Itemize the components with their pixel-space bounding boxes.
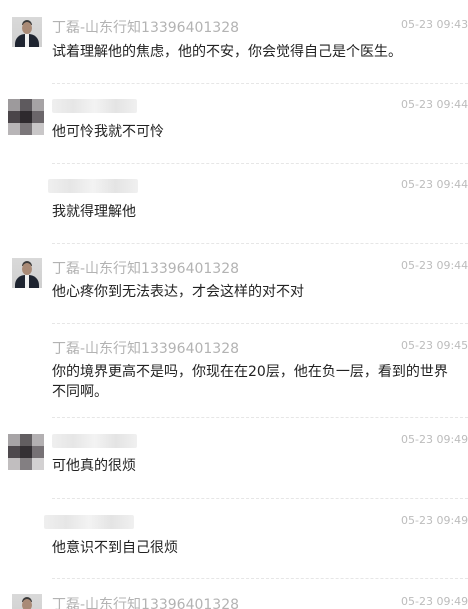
message-divider <box>52 323 468 324</box>
message-text: 他心疼你到无法表达，才会这样的对不对 <box>52 284 304 300</box>
sender-name: 丁磊-山东行知13396401328 <box>52 597 240 609</box>
timestamp: 05-23 09:49:0 <box>401 514 468 527</box>
timestamp: 05-23 09:44:3 <box>401 98 468 111</box>
timestamp: 05-23 09:49:3 <box>401 595 468 608</box>
blurred-sender-name <box>52 99 137 113</box>
message-item: 丁磊-山东行知13396401328 05-23 09:44:5 他心疼你到无法… <box>0 258 468 308</box>
message-text: 可他真的很烦 <box>52 458 136 474</box>
user-avatar[interactable] <box>12 17 42 47</box>
blurred-sender-name <box>52 434 137 448</box>
sender-name: 丁磊-山东行知13396401328 <box>52 261 240 277</box>
message-text: 他意识不到自己很烦 <box>52 540 178 556</box>
message-item: 05-23 09:49:0 可他真的很烦 <box>0 432 468 482</box>
sender-name: 丁磊-山东行知13396401328 <box>52 341 240 357</box>
message-divider <box>52 498 468 499</box>
message-item: 丁磊-山东行知13396401328 05-23 09:43:5 试着理解他的焦… <box>0 17 468 67</box>
sender-name: 丁磊-山东行知13396401328 <box>52 20 240 36</box>
message-divider <box>52 163 468 164</box>
message-item: 05-23 09:49:0 他意识不到自己很烦 <box>0 513 468 563</box>
message-text: 他可怜我就不可怜 <box>52 124 164 140</box>
message-text: 试着理解他的焦虑，他的不安，你会觉得自己是个医生。 <box>52 44 402 60</box>
timestamp: 05-23 09:44:5 <box>401 259 468 272</box>
blurred-sender-name <box>48 179 138 193</box>
user-avatar[interactable] <box>12 258 42 288</box>
message-divider <box>52 83 468 84</box>
message-item: 05-23 09:44:4 我就得理解他 <box>0 177 468 227</box>
message-divider <box>52 243 468 244</box>
message-text: 我就得理解他 <box>52 204 136 220</box>
message-item: 丁磊-山东行知13396401328 05-23 09:45:3 你的境界更高不… <box>0 338 468 408</box>
message-item: 05-23 09:44:3 他可怜我就不可怜 <box>0 97 468 147</box>
timestamp: 05-23 09:44:4 <box>401 178 468 191</box>
timestamp: 05-23 09:49:0 <box>401 433 468 446</box>
message-item: 丁磊-山东行知13396401328 05-23 09:49:3 <box>0 594 468 609</box>
message-text: 你的境界更高不是吗，你现在在20层，他在负一层，看到的世界不同啊。 <box>52 364 448 400</box>
timestamp: 05-23 09:45:3 <box>401 339 468 352</box>
blurred-avatar[interactable] <box>8 99 44 135</box>
message-divider <box>52 417 468 418</box>
message-divider <box>52 578 468 579</box>
blurred-avatar[interactable] <box>8 434 44 470</box>
timestamp: 05-23 09:43:5 <box>401 18 468 31</box>
user-avatar[interactable] <box>12 594 42 609</box>
chat-history: 丁磊-山东行知13396401328 05-23 09:43:5 试着理解他的焦… <box>0 0 468 609</box>
blurred-sender-name <box>44 515 134 529</box>
